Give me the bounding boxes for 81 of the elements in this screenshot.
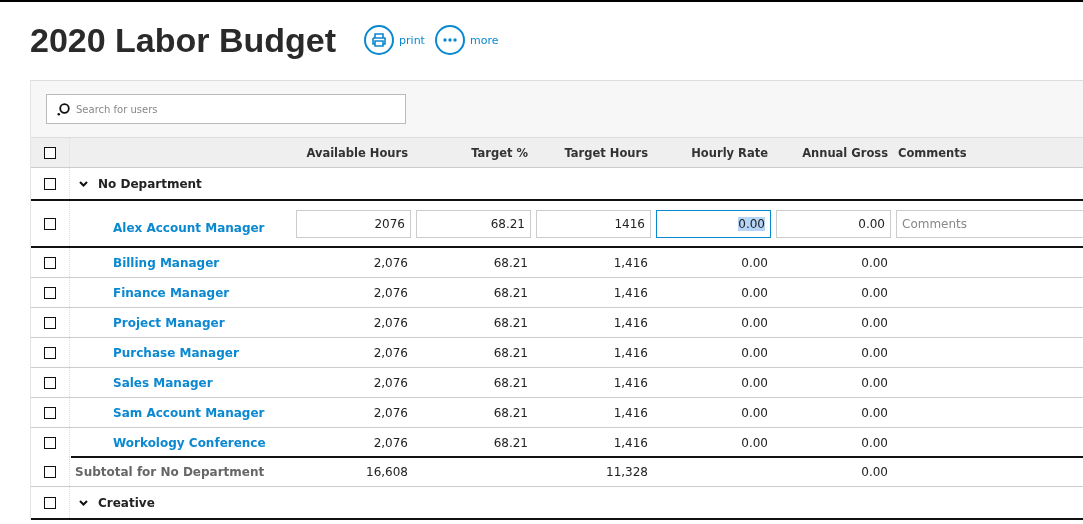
- table-cell: 68.21: [493, 405, 528, 420]
- table-cell: 68.21: [493, 435, 528, 450]
- table-cell: 0.00: [861, 255, 888, 270]
- column-header: Comments: [897, 145, 968, 160]
- checkbox[interactable]: [44, 177, 56, 190]
- user-link[interactable]: Purchase Manager: [70, 345, 239, 360]
- department-name: No Department: [98, 176, 202, 191]
- checkbox[interactable]: [44, 436, 56, 449]
- table-cell: 2,076: [373, 255, 408, 270]
- checkbox[interactable]: [44, 406, 56, 419]
- page-title: 2020 Labor Budget: [30, 20, 337, 60]
- table-cell: 0.00: [861, 345, 888, 360]
- chevron-icon[interactable]: [79, 499, 88, 506]
- checkbox[interactable]: [44, 316, 56, 329]
- table-cell: 0.00: [741, 375, 768, 390]
- checkbox[interactable]: [44, 496, 56, 509]
- table-cell: 0.00: [741, 345, 768, 360]
- user-link[interactable]: Sam Account Manager: [70, 405, 265, 420]
- checkbox[interactable]: [44, 465, 56, 478]
- more-button[interactable]: more: [434, 25, 499, 55]
- checkbox[interactable]: [44, 146, 56, 159]
- table-cell: 0.00: [861, 464, 888, 479]
- checkbox[interactable]: [44, 346, 56, 359]
- table-cell: 0.00: [861, 405, 888, 420]
- table-cell: 0.00: [861, 435, 888, 450]
- input-field[interactable]: 1416: [536, 209, 651, 238]
- input-field[interactable]: 0.00: [776, 209, 891, 238]
- table-cell: 1,416: [613, 405, 648, 420]
- user-link[interactable]: Billing Manager: [70, 255, 220, 270]
- more-icon: [442, 38, 457, 42]
- table-cell: 68.21: [493, 315, 528, 330]
- chevron-icon[interactable]: [79, 180, 88, 187]
- table-cell: 2,076: [373, 375, 408, 390]
- table-cell: 0.00: [861, 315, 888, 330]
- table-cell: 68.21: [493, 285, 528, 300]
- column-header: Available Hours: [305, 145, 409, 160]
- table-cell: 1,416: [613, 255, 648, 270]
- column-header: Hourly Rate: [690, 145, 769, 160]
- user-link[interactable]: Project Manager: [70, 315, 225, 330]
- user-link[interactable]: Finance Manager: [70, 285, 230, 300]
- checkbox[interactable]: [44, 376, 56, 389]
- user-link[interactable]: Sales Manager: [70, 375, 213, 390]
- column-header: Annual Gross: [801, 145, 889, 160]
- table-cell: 11,328: [606, 464, 648, 479]
- table-cell: 68.21: [493, 375, 528, 390]
- subtotal-label: Subtotal for No Department: [75, 464, 265, 479]
- table-cell: 2,076: [373, 345, 408, 360]
- table-cell: 0.00: [741, 255, 768, 270]
- checkbox[interactable]: [44, 286, 56, 299]
- search-field[interactable]: Search for users: [46, 94, 406, 124]
- table-cell: 1,416: [613, 285, 648, 300]
- column-header: Target Hours: [563, 145, 649, 160]
- printer-icon: [371, 33, 388, 47]
- user-link[interactable]: Alex Account Manager: [70, 220, 265, 235]
- table-cell: 68.21: [493, 255, 528, 270]
- table-cell: 0.00: [741, 435, 768, 450]
- checkbox[interactable]: [44, 217, 56, 230]
- table-cell: 68.21: [493, 345, 528, 360]
- table-cell: 1,416: [613, 375, 648, 390]
- input-field[interactable]: 68.21: [416, 209, 531, 238]
- table-cell: 0.00: [741, 285, 768, 300]
- input-field[interactable]: 0.00: [656, 209, 771, 238]
- table-cell: 0.00: [861, 285, 888, 300]
- table-cell: 2,076: [373, 285, 408, 300]
- table-cell: 2,076: [373, 315, 408, 330]
- table-cell: 16,608: [366, 464, 408, 479]
- input-field[interactable]: 2076: [296, 209, 411, 238]
- input-field[interactable]: Comments: [896, 209, 1083, 238]
- table-cell: 1,416: [613, 435, 648, 450]
- table-cell: 1,416: [613, 315, 648, 330]
- search-icon: [57, 103, 70, 116]
- table-cell: 2,076: [373, 435, 408, 450]
- checkbox[interactable]: [44, 256, 56, 269]
- table-cell: 2,076: [373, 405, 408, 420]
- department-name: Creative: [98, 495, 155, 510]
- table-cell: 0.00: [741, 405, 768, 420]
- table-cell: 1,416: [613, 345, 648, 360]
- table-cell: 0.00: [741, 315, 768, 330]
- table-cell: 0.00: [861, 375, 888, 390]
- user-link[interactable]: Workology Conference: [70, 435, 266, 450]
- column-header: Target %: [470, 145, 529, 160]
